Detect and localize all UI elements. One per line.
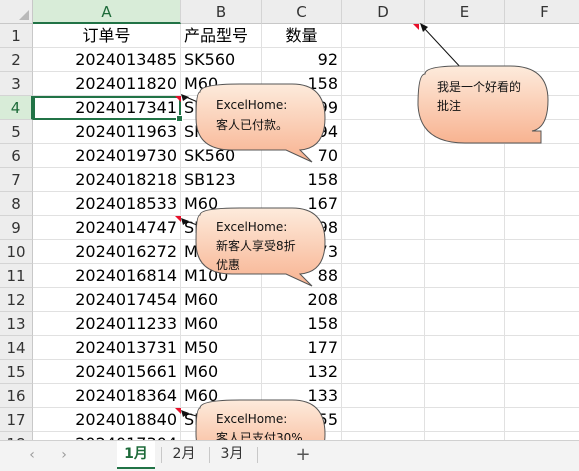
prev-sheet-arrow-icon[interactable]: ‹ — [22, 445, 42, 465]
comment-1-author: ExcelHome: — [216, 98, 288, 112]
sheet-tab-feb[interactable]: 2月 — [165, 441, 203, 469]
comment-2-text-line2: 优惠 — [216, 258, 241, 272]
spreadsheet-grid[interactable]: ABCDEF 123456789101112131415161718 订单号产品… — [0, 0, 579, 440]
comment-3-arrowhead — [181, 410, 189, 417]
sheet-tab-bar: ‹ › 1月 2月 3月 + — [0, 440, 579, 471]
comment-1-text: 客人已付款。 — [216, 118, 289, 132]
sheet-tab-mar[interactable]: 3月 — [213, 441, 251, 469]
comment-2-text: 新客人享受8折 — [216, 239, 296, 253]
comment-1-arrowhead — [181, 94, 189, 101]
add-sheet-button[interactable]: + — [291, 444, 315, 466]
comment-3-text: 客人已支付30% — [216, 431, 303, 440]
comment-overlay — [181, 23, 549, 440]
tab-divider — [161, 447, 162, 463]
comment-3-author: ExcelHome: — [216, 412, 288, 426]
comment-2-author: ExcelHome: — [216, 220, 288, 234]
sheet-tab-jan[interactable]: 1月 — [117, 441, 155, 469]
comment-4-arrow — [423, 27, 464, 71]
next-sheet-arrow-icon[interactable]: › — [54, 445, 74, 465]
tab-divider — [257, 447, 258, 463]
comment-2-arrowhead — [181, 218, 189, 225]
comment-4-text-line2: 批注 — [437, 99, 462, 113]
tab-divider — [209, 447, 210, 463]
comment-4-text: 我是一个好看的 — [437, 80, 522, 94]
